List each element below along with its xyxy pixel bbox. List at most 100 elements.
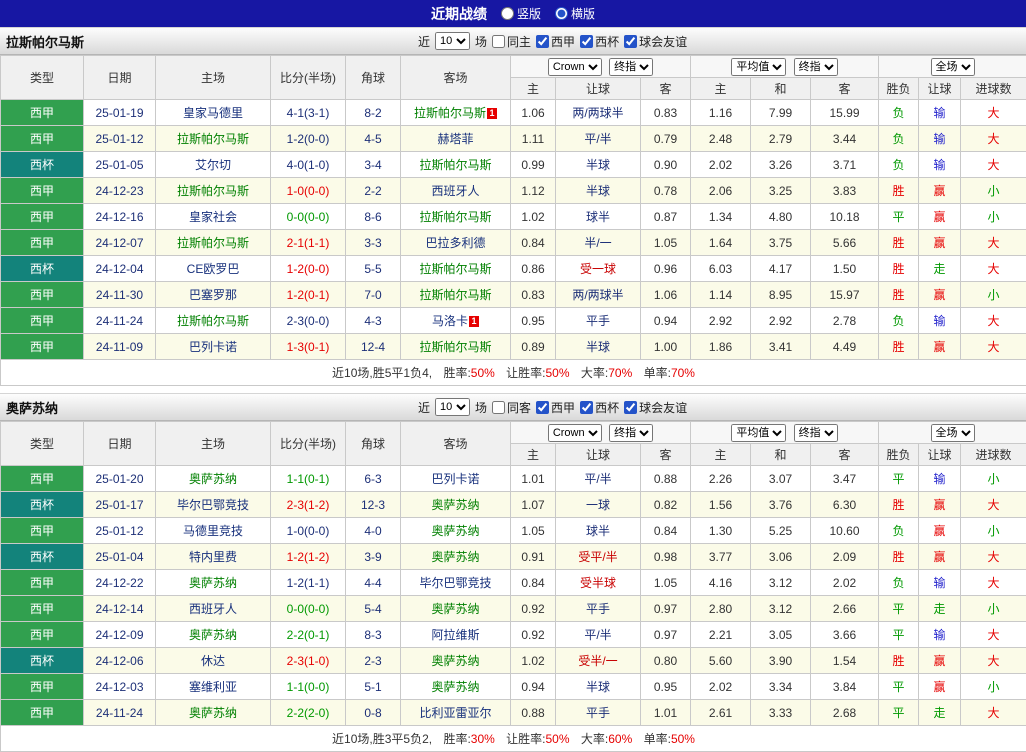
friendly-checkbox[interactable] <box>624 401 637 414</box>
europe-average-select[interactable]: 平均值 <box>731 58 786 76</box>
team-link[interactable]: 拉斯帕尔马斯 <box>419 340 491 354</box>
team-link[interactable]: 奥萨苏纳 <box>189 576 237 590</box>
asia-home-odds: 1.07 <box>511 492 556 518</box>
team-link[interactable]: 巴列卡诺 <box>431 472 479 486</box>
team-link[interactable]: 阿拉维斯 <box>431 628 479 642</box>
match-row: 西甲25-01-12拉斯帕尔马斯1-2(0-0)4-5赫塔菲1.11平/半0.7… <box>1 126 1026 152</box>
liga-checkbox[interactable] <box>536 401 549 414</box>
team-link[interactable]: 艾尔切 <box>195 158 231 172</box>
corner-cell: 3-9 <box>346 544 401 570</box>
home-team-cell: 奥萨苏纳 <box>156 700 271 726</box>
liga-label: 西甲 <box>551 399 575 416</box>
liga-label: 西甲 <box>551 33 575 50</box>
date-cell: 24-12-04 <box>84 256 156 282</box>
same-venue-filter[interactable]: 同客 <box>492 399 531 416</box>
friendly-checkbox[interactable] <box>624 35 637 48</box>
same-venue-filter[interactable]: 同主 <box>492 33 531 50</box>
same-venue-checkbox[interactable] <box>492 35 505 48</box>
team-link[interactable]: 拉斯帕尔马斯 <box>419 158 491 172</box>
layout-horizontal-option[interactable]: 横版 <box>555 5 595 22</box>
league-filter-cup[interactable]: 西杯 <box>580 33 619 50</box>
odd-rate-label: 单率: <box>644 732 671 746</box>
layout-vertical-option[interactable]: 竖版 <box>501 5 541 22</box>
league-filter-friendly[interactable]: 球会友谊 <box>624 399 687 416</box>
match-count-select[interactable]: 10 <box>435 398 470 416</box>
team-link[interactable]: 奥萨苏纳 <box>431 550 479 564</box>
handicap-result-cell: 赢 <box>919 674 961 700</box>
horizontal-radio[interactable] <box>555 7 568 20</box>
team-link[interactable]: 拉斯帕尔马斯 <box>419 210 491 224</box>
europe-home-odds: 2.06 <box>691 178 751 204</box>
recent-matches-table: 类型 日期 主场 比分(半场) 角球 客场 Crown 终指 平均值 终指 全场 <box>0 421 1026 752</box>
result-cell: 胜 <box>879 334 919 360</box>
team-link[interactable]: 毕尔巴鄂竞技 <box>419 576 491 590</box>
league-filter-friendly[interactable]: 球会友谊 <box>624 33 687 50</box>
scope-select[interactable]: 全场 <box>931 424 975 442</box>
cup-checkbox[interactable] <box>580 35 593 48</box>
league-filter-liga[interactable]: 西甲 <box>536 33 575 50</box>
team-link[interactable]: 奥萨苏纳 <box>431 680 479 694</box>
team-link[interactable]: 毕尔巴鄂竞技 <box>177 498 249 512</box>
cup-checkbox[interactable] <box>580 401 593 414</box>
team-link[interactable]: 西班牙人 <box>431 184 479 198</box>
home-team-cell: 奥萨苏纳 <box>156 622 271 648</box>
team-link[interactable]: 比利亚雷亚尔 <box>419 706 491 720</box>
team-link[interactable]: 特内里费 <box>189 550 237 564</box>
europe-draw-odds: 3.12 <box>751 596 811 622</box>
bookmaker-select[interactable]: Crown <box>548 58 602 76</box>
team-link[interactable]: 奥萨苏纳 <box>189 706 237 720</box>
team-link[interactable]: 拉斯帕尔马斯 <box>419 262 491 276</box>
asia-final-select[interactable]: 终指 <box>609 58 653 76</box>
away-team-cell: 奥萨苏纳 <box>401 518 511 544</box>
league-filter-cup[interactable]: 西杯 <box>580 399 619 416</box>
bookmaker-select[interactable]: Crown <box>548 424 602 442</box>
league-type-cell: 西杯 <box>1 492 84 518</box>
date-cell: 25-01-05 <box>84 152 156 178</box>
team-link[interactable]: 奥萨苏纳 <box>189 628 237 642</box>
asia-away-odds: 1.05 <box>641 230 691 256</box>
team-link[interactable]: 拉斯帕尔马斯 <box>177 184 249 198</box>
team-link[interactable]: 巴拉多利德 <box>425 236 485 250</box>
vertical-radio[interactable] <box>501 7 514 20</box>
team-link[interactable]: 奥萨苏纳 <box>431 498 479 512</box>
result-cell: 胜 <box>879 544 919 570</box>
col-date: 日期 <box>84 56 156 100</box>
europe-average-select[interactable]: 平均值 <box>731 424 786 442</box>
europe-final-select[interactable]: 终指 <box>794 58 838 76</box>
team-link[interactable]: 巴塞罗那 <box>189 288 237 302</box>
handicap-result-cell: 走 <box>919 700 961 726</box>
team-link[interactable]: 西班牙人 <box>189 602 237 616</box>
team-link[interactable]: 马德里竞技 <box>183 524 243 538</box>
team-link[interactable]: 皇家社会 <box>189 210 237 224</box>
team-link[interactable]: 奥萨苏纳 <box>431 602 479 616</box>
team-link[interactable]: 拉斯帕尔马斯 <box>177 236 249 250</box>
scope-select[interactable]: 全场 <box>931 58 975 76</box>
summary-record: 近10场,胜5平1负4, <box>332 366 432 380</box>
team-link[interactable]: 巴列卡诺 <box>189 340 237 354</box>
league-filter-liga[interactable]: 西甲 <box>536 399 575 416</box>
team-link[interactable]: 赫塔菲 <box>437 132 473 146</box>
team-link[interactable]: 拉斯帕尔马斯 <box>177 314 249 328</box>
team-link[interactable]: 马洛卡 <box>432 314 468 328</box>
team-link[interactable]: 皇家马德里 <box>183 106 243 120</box>
same-venue-checkbox[interactable] <box>492 401 505 414</box>
europe-home-odds: 2.02 <box>691 152 751 178</box>
team-link[interactable]: CE欧罗巴 <box>187 262 240 276</box>
match-count-select[interactable]: 10 <box>435 32 470 50</box>
team-link[interactable]: 奥萨苏纳 <box>431 524 479 538</box>
handicap-result-cell: 走 <box>919 256 961 282</box>
team-link[interactable]: 休达 <box>201 654 225 668</box>
team-link[interactable]: 拉斯帕尔马斯 <box>419 288 491 302</box>
team-link[interactable]: 塞维利亚 <box>189 680 237 694</box>
team-link[interactable]: 奥萨苏纳 <box>189 472 237 486</box>
europe-final-select[interactable]: 终指 <box>794 424 838 442</box>
team-link[interactable]: 拉斯帕尔马斯 <box>414 106 486 120</box>
europe-away-odds: 10.60 <box>811 518 879 544</box>
col-date: 日期 <box>84 422 156 466</box>
liga-checkbox[interactable] <box>536 35 549 48</box>
league-type-cell: 西甲 <box>1 596 84 622</box>
europe-away-odds: 2.68 <box>811 700 879 726</box>
asia-final-select[interactable]: 终指 <box>609 424 653 442</box>
team-link[interactable]: 拉斯帕尔马斯 <box>177 132 249 146</box>
team-link[interactable]: 奥萨苏纳 <box>431 654 479 668</box>
